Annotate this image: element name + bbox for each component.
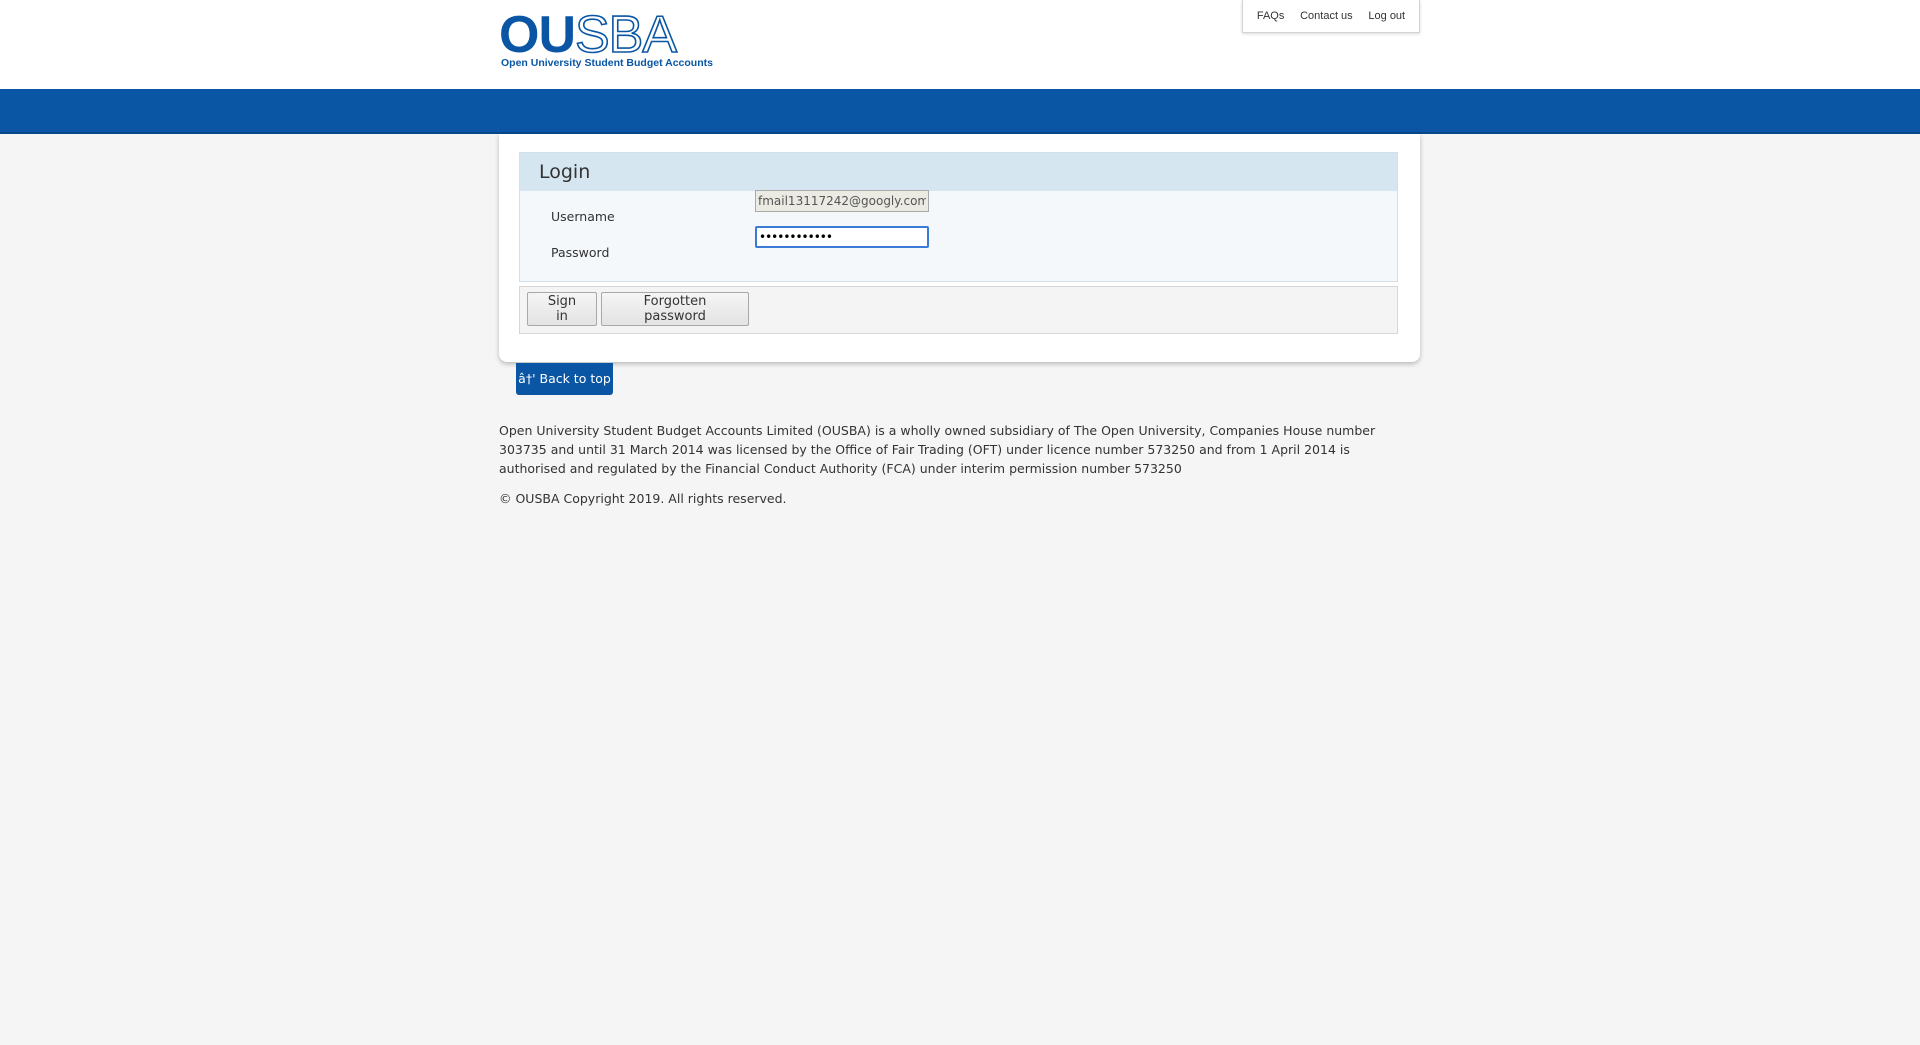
logo-outline-letters: SBA bbox=[574, 5, 678, 65]
login-card: Login Username Password Sign in Forgotte… bbox=[499, 134, 1420, 362]
login-title-bar: Login bbox=[520, 153, 1397, 191]
footer-legal-text: Open University Student Budget Accounts … bbox=[499, 423, 1376, 476]
logo-solid-letters: OU bbox=[499, 6, 576, 64]
sign-in-button[interactable]: Sign in bbox=[527, 292, 597, 326]
login-actions: Sign in Forgotten password bbox=[519, 286, 1398, 334]
footer-copyright: © OUSBA Copyright 2019. All rights reser… bbox=[499, 491, 787, 506]
contact-us-link[interactable]: Contact us bbox=[1300, 10, 1353, 22]
login-form-panel: Login Username Password bbox=[519, 152, 1398, 282]
password-field[interactable] bbox=[755, 226, 929, 248]
username-label: Username bbox=[551, 209, 615, 224]
forgotten-password-button[interactable]: Forgotten password bbox=[601, 292, 749, 326]
site-header: OUSBA Open University Student Budget Acc… bbox=[0, 0, 1920, 89]
top-links: FAQs Contact us Log out bbox=[1242, 0, 1420, 33]
back-to-top-button[interactable]: â†' Back to top bbox=[516, 363, 613, 395]
log-out-link[interactable]: Log out bbox=[1368, 10, 1405, 22]
password-label: Password bbox=[551, 245, 610, 260]
username-field[interactable] bbox=[755, 190, 929, 212]
faqs-link[interactable]: FAQs bbox=[1257, 10, 1285, 22]
nav-bar bbox=[0, 89, 1920, 134]
login-title: Login bbox=[539, 161, 591, 183]
logo-subtitle: Open University Student Budget Accounts bbox=[501, 57, 713, 69]
logo-wordmark: OUSBA bbox=[499, 5, 678, 65]
ousba-logo[interactable]: OUSBA Open University Student Budget Acc… bbox=[499, 5, 713, 71]
